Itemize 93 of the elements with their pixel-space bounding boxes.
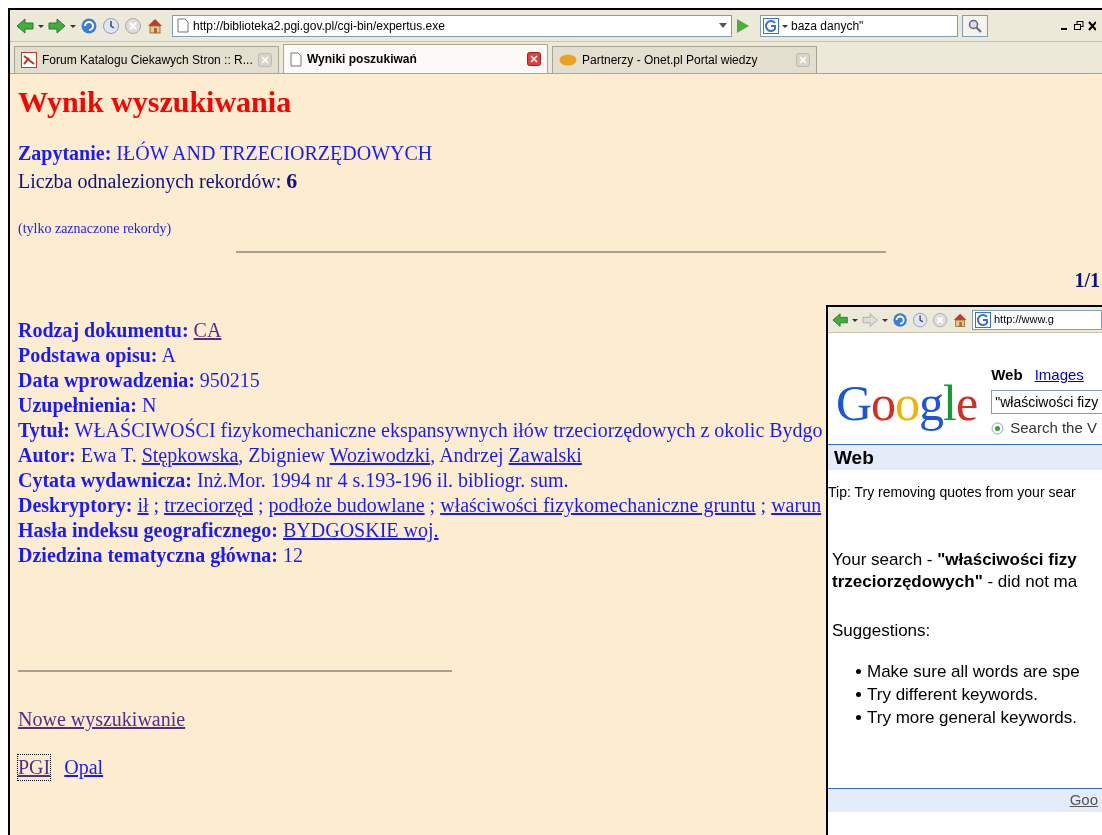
radio-button[interactable] (991, 421, 1005, 435)
site-icon (559, 54, 577, 66)
record-link[interactable]: podłoże budowlane (268, 494, 425, 516)
field-label: Hasła indeksu geograficznego: (18, 519, 278, 541)
search-engine-icon (975, 311, 991, 328)
caret-icon[interactable] (852, 316, 858, 323)
caret-icon[interactable] (882, 316, 888, 323)
field-label: Tytuł: (18, 419, 70, 441)
record-link[interactable]: Zawalski (508, 444, 582, 466)
browser-tab[interactable]: Wyniki poszukiwań (283, 44, 548, 73)
browser-tab[interactable]: Forum Katalogu Ciekawych Stron :: R... (14, 46, 279, 73)
search-text: baza danych" (791, 17, 864, 35)
bullet-icon (856, 715, 861, 720)
tip-text: Tip: Try removing quotes from your sear (828, 482, 1077, 502)
note-text: (tylko zaznaczone rekordy) (18, 220, 173, 238)
tab-close-icon[interactable] (527, 52, 541, 66)
record-link[interactable]: ił (137, 494, 149, 516)
page-icon (177, 18, 189, 33)
search-engine-icon[interactable] (763, 17, 779, 34)
close-icon[interactable] (1088, 20, 1096, 31)
caret-icon[interactable] (38, 22, 44, 29)
search-tab[interactable]: Web (991, 365, 1023, 385)
field-value: , Andrzej (430, 444, 504, 466)
back-arrow-icon[interactable] (16, 16, 34, 35)
record-link[interactable]: Stępkowska (141, 444, 239, 466)
query-line: Zapytanie: IŁÓW AND TRZECIORZĘDOWYCH (18, 140, 434, 167)
record-link[interactable]: trzeciorzęd (164, 494, 253, 516)
record-link[interactable]: właściwości fizykomechaniczne gruntu (440, 494, 756, 516)
url-text: http://biblioteka2.pgi.gov.pl/cgi-bin/expertus.exe (193, 17, 446, 35)
field-label: Uzupełnienia: (18, 394, 137, 416)
history-icon[interactable] (912, 311, 928, 328)
field-label: Deskryptory: (18, 494, 133, 516)
search-field[interactable]: "właściwości fizy (991, 390, 1102, 414)
message-text: trzeciorzędowych" - did not ma (832, 570, 1079, 593)
separator-text: ; (257, 494, 264, 516)
field-label: Podstawa opisu: (18, 344, 158, 366)
restore-icon[interactable] (1074, 20, 1084, 31)
search-tab[interactable]: Images (1034, 365, 1084, 385)
browser-tab[interactable]: Partnerzy - Onet.pl Portal wiedzy (552, 46, 817, 73)
forward-arrow-icon[interactable] (48, 16, 66, 35)
go-icon[interactable] (736, 17, 750, 34)
field-value: N (141, 394, 157, 416)
separator-text: ; (760, 494, 767, 516)
field-value: A (161, 344, 176, 366)
suggestion-text: Make sure all words are spe (867, 661, 1080, 683)
field-value: 950215 (199, 369, 260, 391)
footer-link[interactable]: PGI (18, 755, 51, 780)
dropdown-icon[interactable] (719, 22, 727, 29)
page-icon (290, 51, 302, 67)
address-bar[interactable]: http://biblioteka2.pgi.gov.pl/cgi-bin/expertus.exe (172, 14, 732, 37)
field-value: Inż.Mor. 1994 nr 4 s.193-196 il. bibliogr. sum. (196, 469, 569, 491)
bullet-icon (856, 692, 861, 697)
bullet-icon (856, 669, 861, 674)
search-button[interactable] (962, 14, 988, 37)
section-heading: Web (828, 443, 1102, 470)
caret-icon[interactable] (782, 22, 788, 29)
field-label: Data wprowadzenia: (18, 369, 195, 391)
record-link[interactable]: BYDGOSKIE woj. (283, 519, 439, 541)
radio-label: Search the V (1010, 418, 1097, 438)
footer-link[interactable]: Opal (64, 755, 104, 780)
suggestion-text: Try more general keywords. (867, 707, 1078, 729)
reload-icon[interactable] (80, 16, 98, 35)
home-icon[interactable] (952, 311, 968, 328)
message-text: Your search - "właściwości fizy (832, 548, 1078, 571)
field-value: , Zbigniew (238, 444, 325, 466)
logo-text: Google (836, 377, 978, 433)
field-value: WŁAŚCIWOŚCI fizykomechaniczne ekspansywnych iłów trzeciorzędowych z okolic Bydgo (74, 419, 823, 441)
separator-text: ; (429, 494, 436, 516)
new-search-link[interactable]: Nowe wyszukiwanie (18, 708, 186, 730)
search-field[interactable]: baza danych" (760, 14, 958, 37)
search-icon (968, 18, 982, 33)
separator-text: ; (153, 494, 160, 516)
address-bar[interactable]: http://www.g (972, 309, 1102, 330)
page-counter: 1/1 (1073, 268, 1101, 293)
field-label: Dziedzina tematyczna główna: (18, 544, 278, 566)
record-link[interactable]: CA (193, 319, 222, 341)
home-icon[interactable] (146, 16, 164, 35)
field-value: Ewa T. (80, 444, 137, 466)
page-heading: Wynik wyszukiwania (18, 84, 293, 120)
url-text: http://www.g (994, 312, 1054, 328)
suggestions-label: Suggestions: (831, 619, 932, 642)
caret-icon[interactable] (70, 22, 76, 29)
field-label: Rodzaj dokumentu: (18, 319, 189, 341)
field-label: Autor: (18, 444, 76, 466)
history-icon[interactable] (102, 16, 120, 35)
suggestion-text: Try different keywords. (867, 684, 1038, 706)
site-icon (21, 52, 37, 68)
field-value: 12 (282, 544, 303, 566)
reload-icon[interactable] (892, 311, 908, 328)
record-link[interactable]: warun (771, 494, 822, 516)
footer-link[interactable]: Goo (1069, 789, 1098, 812)
record-count: Liczba odnalezionych rekordów: 6 (18, 167, 299, 195)
field-label: Cytata wydawnicza: (18, 469, 192, 491)
